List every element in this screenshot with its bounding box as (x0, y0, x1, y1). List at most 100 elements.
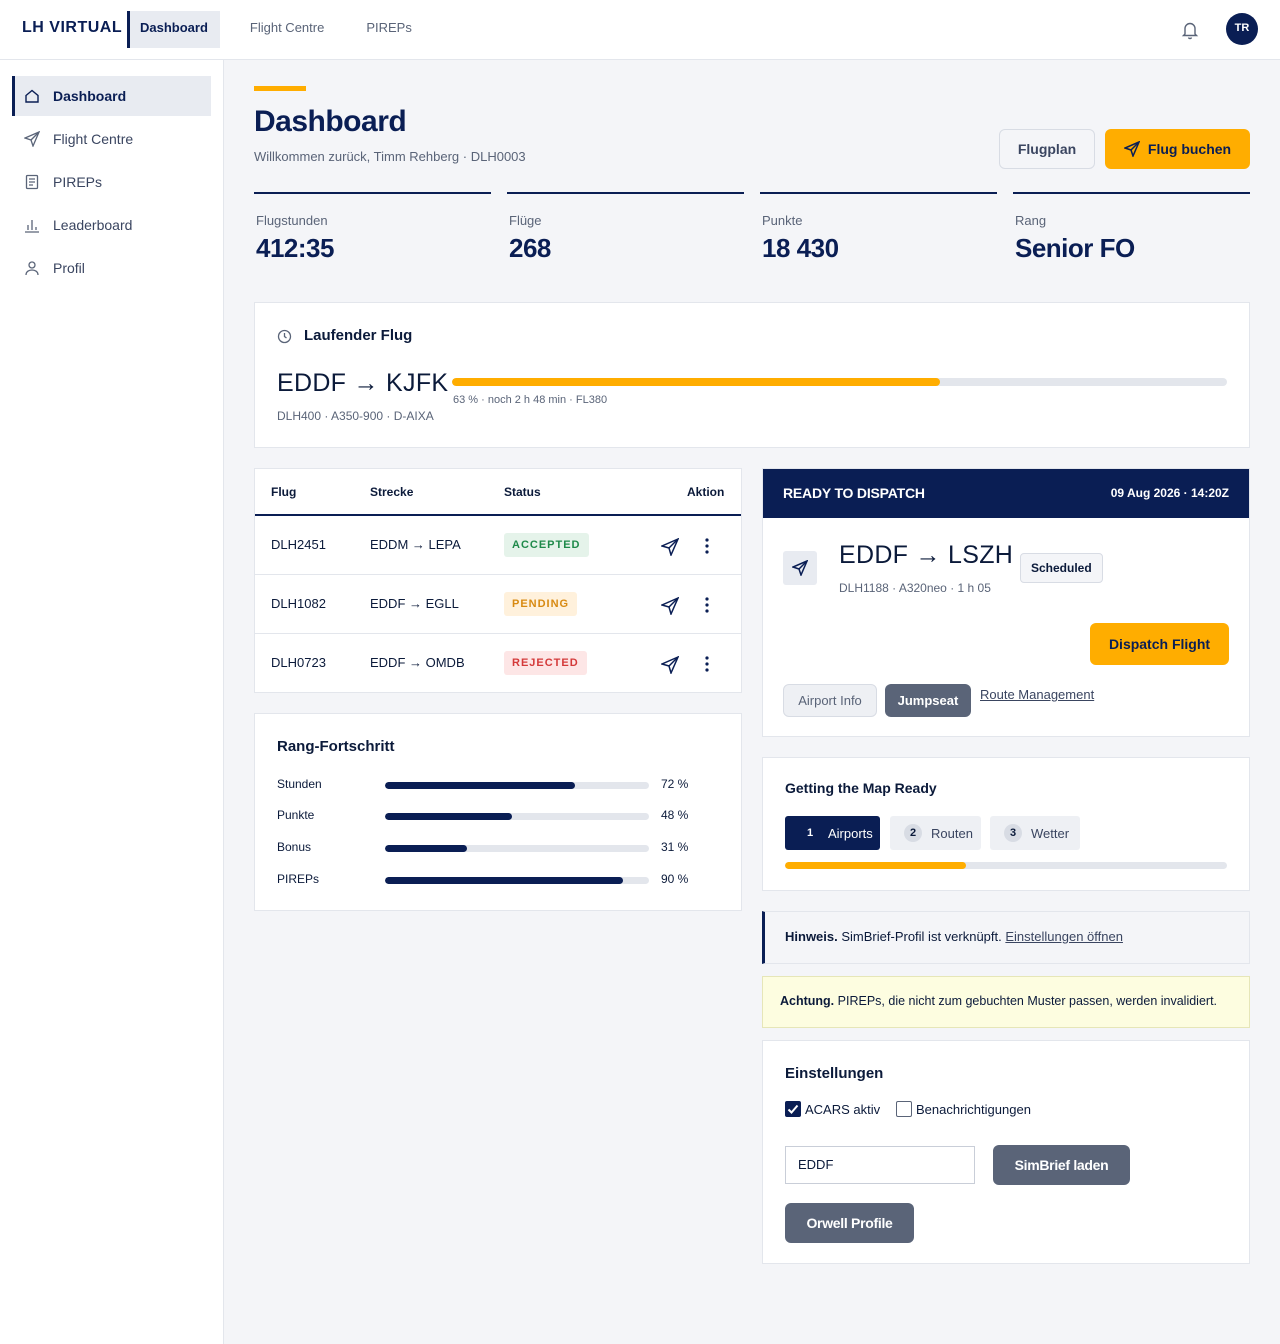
status-badge: REJECTED (504, 651, 587, 675)
step-label: Airports (828, 825, 873, 841)
brand-logo[interactable]: LH VIRTUAL (22, 19, 122, 37)
more-vertical-icon[interactable] (701, 654, 713, 674)
checkbox-unchecked-icon[interactable] (896, 1101, 912, 1117)
column-header-status[interactable]: Status (504, 485, 541, 499)
warning-bold: Achtung. (780, 994, 835, 1008)
progress-fill (785, 862, 967, 869)
step-label: Wetter (1031, 825, 1070, 841)
send-icon[interactable] (661, 538, 679, 556)
sidebar: Dashboard Flight Centre PIREPs Leaderboa… (0, 60, 224, 1344)
map-ready-card: Getting the Map Ready 1 Airports 2 Route… (762, 757, 1250, 891)
cell-flight: DLH2451 (271, 537, 326, 552)
dispatch-flight-button[interactable]: Dispatch Flight (1090, 623, 1229, 665)
sidebar-item-label: Dashboard (53, 88, 127, 104)
page-subtitle: Willkommen zurück, Timm Rehberg · DLH000… (254, 149, 526, 164)
stat-rank: Rang Senior FO (1013, 192, 1250, 264)
more-vertical-icon[interactable] (701, 595, 713, 615)
rank-progress-label: Bonus (277, 840, 312, 854)
sidebar-item-dashboard[interactable]: Dashboard (12, 76, 211, 116)
table-row[interactable]: DLH0723 EDDF → OMDB REJECTED (255, 634, 741, 693)
map-ready-progress-bar (785, 862, 1227, 869)
topnav-pireps[interactable]: PIREPs (354, 11, 424, 48)
sidebar-item-label: PIREPs (53, 174, 103, 190)
sidebar-item-pireps[interactable]: PIREPs (12, 162, 211, 202)
flugplan-button[interactable]: Flugplan (999, 129, 1095, 169)
status-badge: ACCEPTED (504, 533, 589, 557)
cell-route: EDDF → EGLL (370, 596, 459, 611)
document-icon (25, 174, 39, 190)
notice-message: SimBrief-Profil ist verknüpft. (841, 929, 1002, 944)
settings-title: Einstellungen (785, 1065, 884, 1082)
acars-checkbox[interactable]: ACARS aktiv (785, 1101, 880, 1117)
current-flight-progress-text: 63 % · noch 2 h 48 min · FL380 (453, 394, 608, 406)
warning-message: PIREPs, die nicht zum gebuchten Muster p… (837, 994, 1218, 1008)
cell-route: EDDF → OMDB (370, 655, 465, 670)
current-flight-card: Laufender Flug EDDF → KJFK DLH400 · A350… (254, 302, 1250, 448)
title-accent-bar (254, 86, 306, 91)
rank-progress-percent: 31 % (661, 840, 689, 854)
stat-label: Flüge (509, 213, 542, 228)
topnav-flight-centre[interactable]: Flight Centre (238, 11, 336, 48)
dispatch-card: READY TO DISPATCH 09 Aug 2026 · 14:20Z E… (762, 468, 1250, 737)
send-icon (24, 131, 40, 147)
orwell-profile-button[interactable]: Orwell Profile (785, 1203, 914, 1243)
rank-progress-percent: 90 % (661, 872, 689, 886)
notice-text: Hinweis. SimBrief-Profil ist verknüpft. … (785, 929, 1123, 944)
book-flight-button[interactable]: Flug buchen (1105, 129, 1250, 169)
stat-value: Senior FO (1015, 233, 1135, 263)
rank-progress-bar (385, 877, 649, 884)
send-icon (792, 560, 808, 576)
user-icon (25, 261, 39, 276)
jumpseat-button[interactable]: Jumpseat (885, 684, 971, 717)
avatar[interactable]: TR (1226, 13, 1258, 45)
step-routen[interactable]: 2 Routen (890, 816, 981, 850)
sidebar-item-profil[interactable]: Profil (12, 248, 211, 288)
clock-icon (277, 329, 292, 344)
airport-info-button[interactable]: Airport Info (783, 684, 877, 717)
notice-bold: Hinweis. (785, 929, 838, 944)
step-number: 3 (1004, 824, 1022, 842)
sidebar-item-label: Flight Centre (53, 131, 134, 147)
sidebar-item-label: Leaderboard (53, 217, 133, 233)
checkbox-checked-icon[interactable] (785, 1101, 801, 1117)
column-header-flight[interactable]: Flug (271, 485, 296, 499)
notifications-checkbox[interactable]: Benachrichtigungen (896, 1101, 1031, 1117)
settings-link[interactable]: Einstellungen öffnen (1005, 929, 1123, 944)
table-row[interactable]: DLH2451 EDDM → LEPA ACCEPTED (255, 516, 741, 575)
page-title: Dashboard (254, 105, 407, 138)
stat-points: Punkte 18 430 (760, 192, 997, 264)
step-wetter[interactable]: 3 Wetter (990, 816, 1080, 850)
flights-table: Flug Strecke Status Aktion DLH2451 EDDM … (254, 468, 742, 693)
airport-input[interactable]: EDDF (785, 1146, 975, 1184)
status-badge: Scheduled (1020, 553, 1103, 583)
top-nav: Dashboard Flight Centre PIREPs (127, 11, 442, 48)
table-row[interactable]: DLH1082 EDDF → EGLL PENDING (255, 575, 741, 634)
sidebar-item-label: Profil (53, 260, 85, 276)
top-bar: LH VIRTUAL Dashboard Flight Centre PIREP… (0, 0, 1280, 60)
sidebar-item-flight-centre[interactable]: Flight Centre (12, 119, 211, 159)
simbrief-load-button[interactable]: SimBrief laden (993, 1145, 1130, 1185)
progress-fill (385, 877, 623, 884)
step-number: 2 (904, 824, 922, 842)
rank-progress-row: Stunden 72 % (277, 775, 717, 795)
step-airports[interactable]: 1 Airports (785, 816, 880, 850)
more-vertical-icon[interactable] (701, 536, 713, 556)
topnav-dashboard[interactable]: Dashboard (127, 11, 220, 48)
dispatch-title: READY TO DISPATCH (783, 485, 925, 501)
send-icon[interactable] (661, 656, 679, 674)
stat-value: 18 430 (762, 233, 839, 263)
dispatch-header: READY TO DISPATCH 09 Aug 2026 · 14:20Z (763, 469, 1249, 518)
send-icon[interactable] (661, 597, 679, 615)
warning-notice: Achtung. PIREPs, die nicht zum gebuchten… (762, 976, 1250, 1028)
cell-flight: DLH1082 (271, 596, 326, 611)
dispatch-datetime: 09 Aug 2026 · 14:20Z (1110, 486, 1229, 500)
sidebar-item-leaderboard[interactable]: Leaderboard (12, 205, 211, 245)
route-management-link[interactable]: Route Management (980, 687, 1094, 702)
rank-progress-bar (385, 845, 649, 852)
info-notice: Hinweis. SimBrief-Profil ist verknüpft. … (762, 911, 1250, 964)
bell-icon[interactable] (1181, 20, 1199, 40)
progress-fill (385, 782, 576, 789)
stat-label: Flugstunden (256, 213, 328, 228)
column-header-route[interactable]: Strecke (370, 485, 413, 499)
current-flight-progress-bar (452, 378, 1227, 386)
